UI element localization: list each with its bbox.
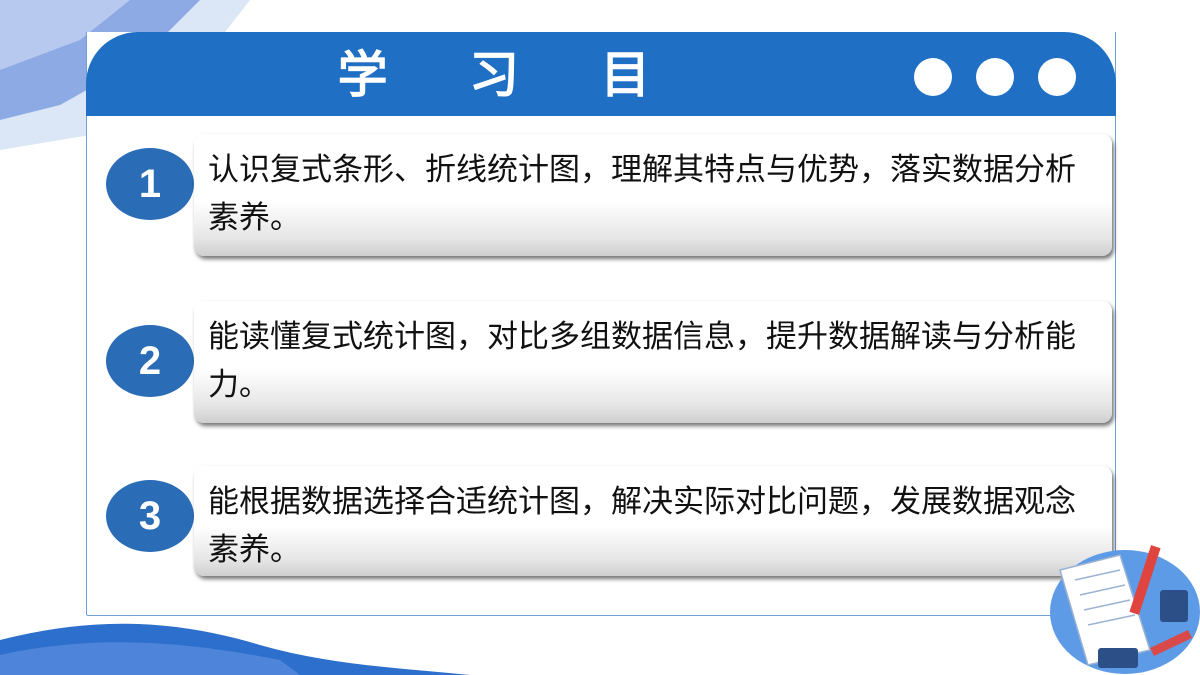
objective-text: 能根据数据选择合适统计图，解决实际对比问题，发展数据观念素养。 [208, 484, 1076, 568]
objective-card: 能根据数据选择合适统计图，解决实际对比问题，发展数据观念素养。 [194, 466, 1112, 576]
math-stationery-icon [1050, 545, 1200, 674]
objective-card: 认识复式条形、折线统计图，理解其特点与优势，落实数据分析素养。 [194, 134, 1112, 256]
objective-item: 1 认识复式条形、折线统计图，理解其特点与优势，落实数据分析素养。 [100, 134, 1120, 264]
objective-number-badge: 2 [106, 325, 194, 397]
header-dot-icon [976, 58, 1014, 96]
header-dot-icon [1038, 58, 1076, 96]
objective-item: 3 能根据数据选择合适统计图，解决实际对比问题，发展数据观念素养。 [100, 466, 1120, 596]
objective-number-badge: 3 [106, 480, 194, 552]
objective-item: 2 能读懂复式统计图，对比多组数据信息，提升数据解读与分析能力。 [100, 301, 1120, 431]
page-title: 学 习 目 标 [337, 46, 683, 174]
header-dot-icon [914, 58, 952, 96]
slide: 学 习 目 标 1 认识复式条形、折线统计图，理解其特点与优势，落实数据分析素养… [0, 0, 1200, 675]
objective-card: 能读懂复式统计图，对比多组数据信息，提升数据解读与分析能力。 [194, 301, 1112, 423]
objective-number-badge: 1 [106, 148, 194, 220]
objective-text: 能读懂复式统计图，对比多组数据信息，提升数据解读与分析能力。 [208, 319, 1076, 403]
objective-text: 认识复式条形、折线统计图，理解其特点与优势，落实数据分析素养。 [208, 152, 1076, 236]
